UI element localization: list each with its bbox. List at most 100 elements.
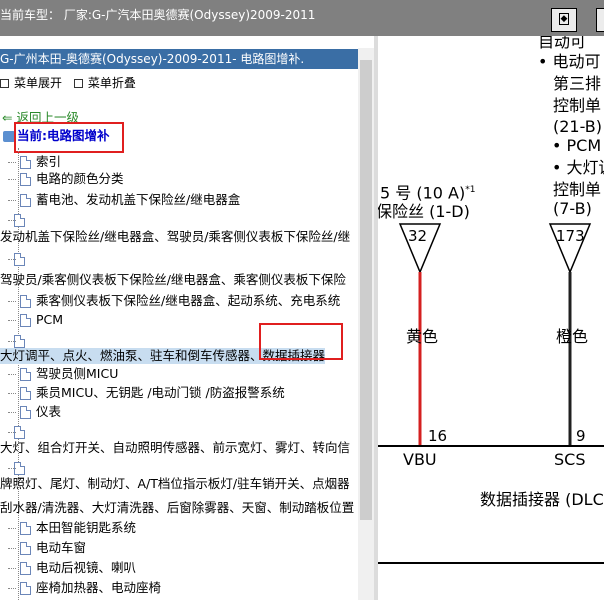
tree-connector <box>8 341 16 342</box>
expand-all-label: 菜单展开 <box>14 76 63 90</box>
document-icon <box>20 387 31 400</box>
tree-connector <box>8 162 16 163</box>
collapse-all-button[interactable]: 菜单折叠 <box>73 74 136 91</box>
tree-scrollbar[interactable] <box>358 48 374 600</box>
tree-connector <box>8 179 16 180</box>
tree-connector <box>8 220 16 221</box>
tree-item-label: 牌照灯、尾灯、制动灯、A/T档位指示板灯/驻车销开关、点烟器 <box>0 476 350 491</box>
expand-all-button[interactable]: 菜单展开 <box>0 74 62 91</box>
tree-item[interactable]: 发动机盖下保险丝/继电器盒、驾驶员/乘客侧仪表板下保险丝/继 <box>0 229 350 245</box>
tree-connector <box>8 412 16 413</box>
collapse-all-label: 菜单折叠 <box>87 76 136 90</box>
bullet-line-7: 控制单 <box>553 180 602 199</box>
tree-item[interactable]: 刮水器/清洗器、大灯清洗器、后窗除雾器、天窗、制动踏板位置 <box>0 500 354 516</box>
bullet-line-1: • 电动可 <box>538 52 601 71</box>
tree-item[interactable]: 蓄电池、发动机盖下保险丝/继电器盒 <box>36 192 240 208</box>
diamond-icon: ◆ <box>559 13 569 25</box>
terminal-a-number: 32 <box>408 227 428 245</box>
tree-header: G-广州本田-奥德赛(Odyssey)-2009-2011- 电路图增补. <box>0 49 358 69</box>
document-icon <box>20 314 31 327</box>
tree-connector <box>8 301 16 302</box>
tree-item-label: PCM <box>36 312 64 327</box>
document-icon <box>20 295 31 308</box>
document-icon <box>20 582 31 595</box>
tree-connector <box>8 548 16 549</box>
document-icon <box>20 406 31 419</box>
tree-item[interactable]: 电动后视镜、喇叭 <box>36 560 136 576</box>
tree-item[interactable]: 驾驶员/乘客侧仪表板下保险丝/继电器盒、乘客侧仪表板下保险 <box>0 272 346 288</box>
tree-connector <box>8 259 16 260</box>
connector-name: 数据插接器 (DLC <box>480 490 604 509</box>
tree-item[interactable]: 乘客侧仪表板下保险丝/继电器盒、起动系统、充电系统 <box>36 293 340 309</box>
tree-item[interactable]: 座椅加热器、电动座椅 <box>36 580 161 596</box>
tree-item-label: 电路的颜色分类 <box>36 171 124 186</box>
bullet-line-5: • PCM (5 <box>552 136 604 155</box>
bullet-line-8: (7-B) <box>553 199 592 218</box>
pin-a-number: 16 <box>428 427 448 445</box>
square-icon <box>73 79 83 88</box>
tree-item-label: 驾驶员侧MICU <box>36 366 119 381</box>
document-icon <box>20 173 31 186</box>
tree-item[interactable]: 驾驶员侧MICU <box>36 366 118 382</box>
tree-item-label: 电动车窗 <box>36 540 87 555</box>
tree-pane: G-广州本田-奥德赛(Odyssey)-2009-2011- 电路图增补. 菜单… <box>0 44 374 600</box>
bullet-line-2: 第三排 <box>553 74 602 93</box>
tree-item-label: 发动机盖下保险丝/继电器盒、驾驶员/乘客侧仪表板下保险丝/继 <box>0 229 351 244</box>
bullet-line-4: (21-B) <box>553 117 603 136</box>
print-button[interactable]: ◆ <box>551 8 577 32</box>
tree-item[interactable]: 电路的颜色分类 <box>36 171 124 187</box>
document-icon <box>20 522 31 535</box>
tree-menubar: 菜单展开 菜单折叠 <box>0 74 144 91</box>
tree-connector <box>8 200 16 201</box>
tree-item[interactable]: 大灯、组合灯开关、自动照明传感器、前示宽灯、雾灯、转向信 <box>0 440 350 456</box>
scrollbar-thumb[interactable] <box>360 60 372 520</box>
fuse-footnote: *1 <box>465 185 476 195</box>
terminal-b-number: 173 <box>556 227 585 245</box>
tree-item-label: 蓄电池、发动机盖下保险丝/继电器盒 <box>36 192 241 207</box>
bullet-line-6: • 大灯调 <box>552 158 604 177</box>
tree-item[interactable]: 乘员MICU、无钥匙 /电动门锁 /防盗报警系统 <box>36 385 285 401</box>
document-icon <box>20 156 31 169</box>
tree-connector <box>8 568 16 569</box>
tree-item-label: 本田智能钥匙系统 <box>36 520 137 535</box>
tree-item[interactable]: 索引 <box>36 154 61 170</box>
tree-item-label: 仪表 <box>36 404 62 419</box>
tree-connector <box>8 588 16 589</box>
bullet-line-3: 控制单 <box>553 96 602 115</box>
tree-connector <box>8 374 16 375</box>
tree-item[interactable]: 仪表 <box>36 404 61 420</box>
tree-connector <box>8 468 16 469</box>
wire-a-color-label: 黄色 <box>406 327 439 346</box>
diagram-pane: 自动可 • 电动可 第三排 控制单 (21-B) • PCM (5 • 大灯调 … <box>378 36 604 600</box>
tree-item-label: 大灯、组合灯开关、自动照明传感器、前示宽灯、雾灯、转向信 <box>0 440 351 455</box>
wire-b-color-label: 橙色 <box>556 327 589 346</box>
document-icon <box>20 368 31 381</box>
tree-item[interactable]: PCM <box>36 312 63 328</box>
fuse-number: 5 号 (10 A) <box>380 183 466 203</box>
next-button[interactable] <box>596 8 604 32</box>
tree-item-label: 驾驶员/乘客侧仪表板下保险丝/继电器盒、乘客侧仪表板下保险 <box>0 272 346 287</box>
annotation-box-current <box>14 122 124 153</box>
tree-connector <box>8 393 16 394</box>
tree-connector <box>8 432 16 433</box>
bullet-line-0: 自动可 <box>538 36 587 51</box>
tree-item-label: 刮水器/清洗器、大灯清洗器、后窗除雾器、天窗、制动踏板位置 <box>0 500 355 515</box>
document-icon <box>20 542 31 555</box>
fuse-location: 保险丝 (1-D) <box>378 202 470 221</box>
title-bar: 当前车型： 厂家:G-广汽本田奥德赛(Odyssey)2009-2011 ◆ <box>0 0 604 36</box>
document-icon <box>20 194 31 207</box>
tree-item[interactable]: 电动车窗 <box>36 540 86 556</box>
tree-connector <box>8 528 16 529</box>
pin-b-number: 9 <box>576 427 586 445</box>
fuse-label: 5 号 (10 A)*1 <box>380 180 475 203</box>
tree-item-label: 乘员MICU、无钥匙 /电动门锁 /防盗报警系统 <box>36 385 285 400</box>
tree-item[interactable]: 牌照灯、尾灯、制动灯、A/T档位指示板灯/驻车销开关、点烟器 <box>0 476 350 492</box>
tree-item-label: 乘客侧仪表板下保险丝/继电器盒、起动系统、充电系统 <box>36 293 341 308</box>
signal-a-label: VBU <box>403 450 437 469</box>
signal-b-label: SCS <box>554 450 586 469</box>
square-icon <box>0 79 9 88</box>
annotation-box-connector <box>259 323 343 360</box>
tree-connector <box>8 320 16 321</box>
tree-item[interactable]: 本田智能钥匙系统 <box>36 520 136 536</box>
current-vehicle-title: 当前车型： 厂家:G-广汽本田奥德赛(Odyssey)2009-2011 <box>0 8 316 22</box>
